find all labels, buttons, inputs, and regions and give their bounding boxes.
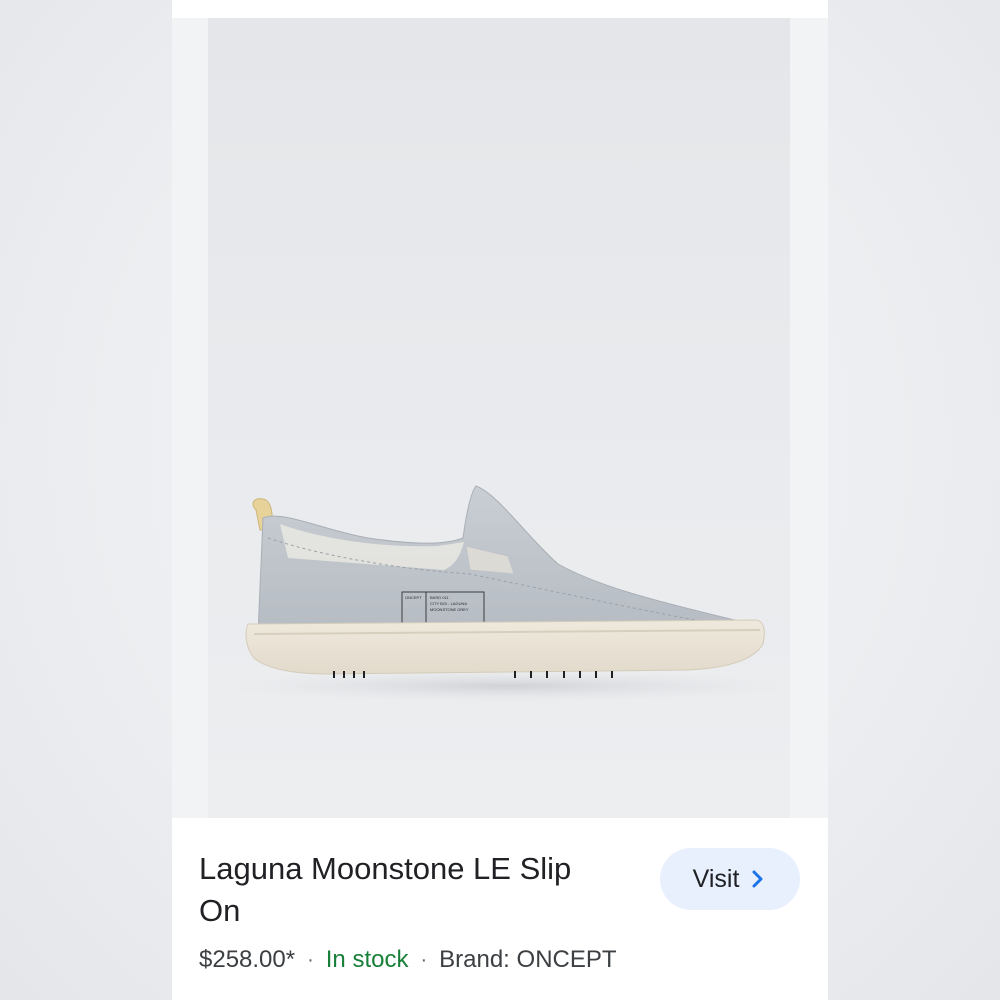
visit-button-label: Visit [692,864,740,893]
shoe-label-line1: BKRD 011 [430,595,449,600]
shoe-label-line3: MOONSTONE GREY [430,607,469,612]
product-title[interactable]: Laguna Moonstone LE Slip On [199,848,619,932]
product-price: $258.00* [199,946,296,973]
visit-button[interactable]: Visit [660,848,800,910]
shoe-label-line2: CITY BOI - LAGUNA [430,601,467,606]
shoe-illustration: ONCEPT BKRD 011 CITY BOI - LAGUNA MOONST… [218,485,790,702]
product-image[interactable]: ONCEPT BKRD 011 CITY BOI - LAGUNA MOONST… [208,18,790,818]
stock-status: In stock [325,946,409,973]
chevron-right-icon [749,869,767,889]
meta-separator: · [307,948,314,971]
product-info-panel: Laguna Moonstone LE Slip On Visit $258.0… [172,818,828,1000]
product-meta-row: $258.00* · In stock · Brand: ONCEPT [199,946,617,974]
meta-separator: · [420,948,428,971]
shoe-label-brand: ONCEPT [405,595,422,600]
product-brand: Brand: ONCEPT [439,946,617,973]
